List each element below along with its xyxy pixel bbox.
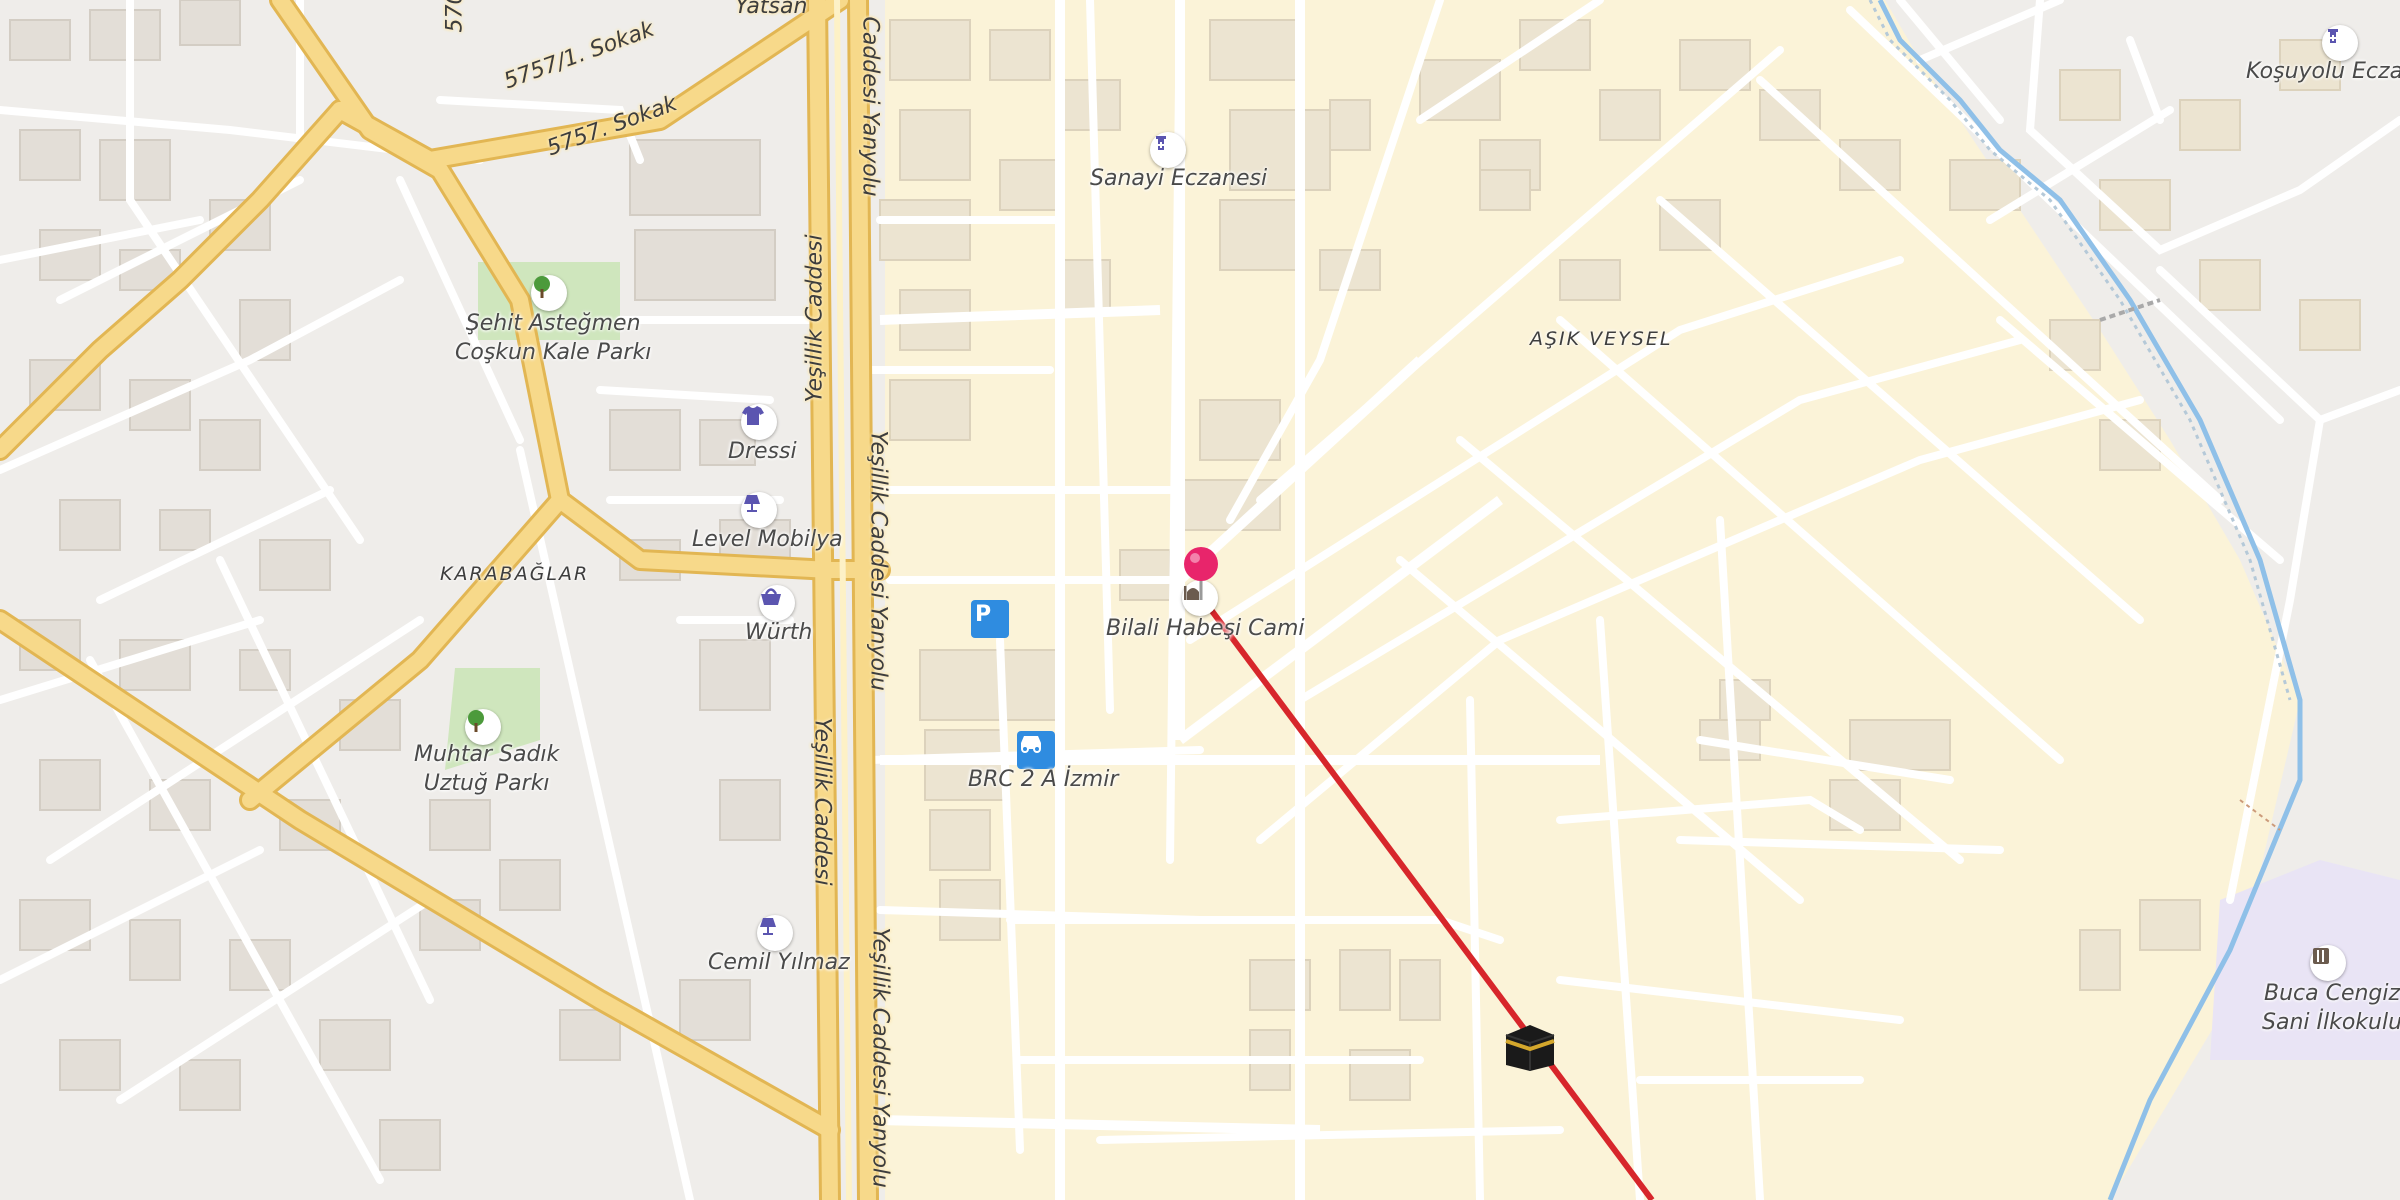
road-label-yanyolu-1: Caddesi Yanyolu bbox=[857, 16, 883, 197]
car-icon[interactable] bbox=[1017, 731, 1055, 769]
place-label-brc[interactable]: BRC 2 A İzmir bbox=[968, 766, 1118, 795]
buca-line-2: Sani İlkokulu bbox=[2262, 1009, 2400, 1035]
place-label-sanayi-eczanesi[interactable]: Sanayi Eczanesi bbox=[1090, 165, 1267, 194]
furniture-lamp-icon[interactable] bbox=[741, 492, 777, 528]
location-pin-icon[interactable] bbox=[1181, 546, 1221, 602]
pharmacy-icon[interactable] bbox=[1150, 132, 1186, 168]
buca-line-1: Buca Cengiz bbox=[2263, 981, 2400, 1006]
furniture-lamp-icon[interactable] bbox=[757, 915, 793, 951]
district-label-asik-veysel: AŞIK VEYSEL bbox=[1530, 328, 1673, 350]
parking-icon[interactable]: P bbox=[971, 600, 1009, 638]
road-label-yatsan: Yatsan bbox=[735, 0, 808, 19]
svg-text:P: P bbox=[975, 602, 991, 626]
road-label-yesillik-1: Yeşillik Caddesi bbox=[802, 234, 828, 403]
park-tree-icon[interactable] bbox=[465, 709, 501, 745]
place-label-dressi[interactable]: Dressi bbox=[728, 438, 797, 467]
place-label-wurth[interactable]: Würth bbox=[745, 619, 812, 648]
place-label-muhtar-parki[interactable]: Muhtar Sadık Uztuğ Parkı bbox=[414, 741, 559, 798]
clothing-icon[interactable] bbox=[741, 404, 777, 440]
pharmacy-icon[interactable] bbox=[2322, 25, 2358, 61]
school-book-icon[interactable] bbox=[2310, 945, 2346, 981]
place-label-buca-cengiz[interactable]: Buca Cengiz Sani İlkokulu bbox=[2262, 980, 2400, 1037]
place-label-bilali-habesi-cami[interactable]: Bilali Habeşi Cami bbox=[1106, 615, 1305, 644]
park-tree-icon[interactable] bbox=[531, 275, 567, 311]
road-label-yesillik-2: Yeşillik Caddesi bbox=[809, 717, 835, 886]
shopping-basket-icon[interactable] bbox=[759, 585, 795, 621]
muhtar-line-1: Muhtar Sadık bbox=[414, 742, 560, 767]
place-label-cemil-yilmaz[interactable]: Cemil Yılmaz bbox=[708, 949, 850, 978]
road-label-570: 570 bbox=[442, 0, 468, 33]
map-view[interactable]: 5757/1. Sokak 5757. Sokak Yatsan 570 Yeş… bbox=[0, 0, 2400, 1200]
sehit-line-2: Coşkun Kale Parkı bbox=[455, 339, 652, 365]
place-label-sehit-parki[interactable]: Şehit Asteğmen Coşkun Kale Parkı bbox=[455, 310, 651, 367]
muhtar-line-2: Uztuğ Parkı bbox=[423, 770, 550, 796]
place-label-kosuyolu[interactable]: Koşuyolu Eczar bbox=[2246, 58, 2400, 87]
district-label-karabaglar: KARABAĞLAR bbox=[440, 563, 590, 585]
road-label-yanyolu-3: Yeşillik Caddesi Yanyolu bbox=[867, 927, 893, 1188]
place-label-level-mobilya[interactable]: Level Mobilya bbox=[692, 526, 843, 555]
road-label-yanyolu-2: Yeşillik Caddesi Yanyolu bbox=[865, 430, 891, 691]
kaaba-icon[interactable] bbox=[1502, 1021, 1558, 1073]
sehit-line-1: Şehit Asteğmen bbox=[465, 311, 641, 336]
